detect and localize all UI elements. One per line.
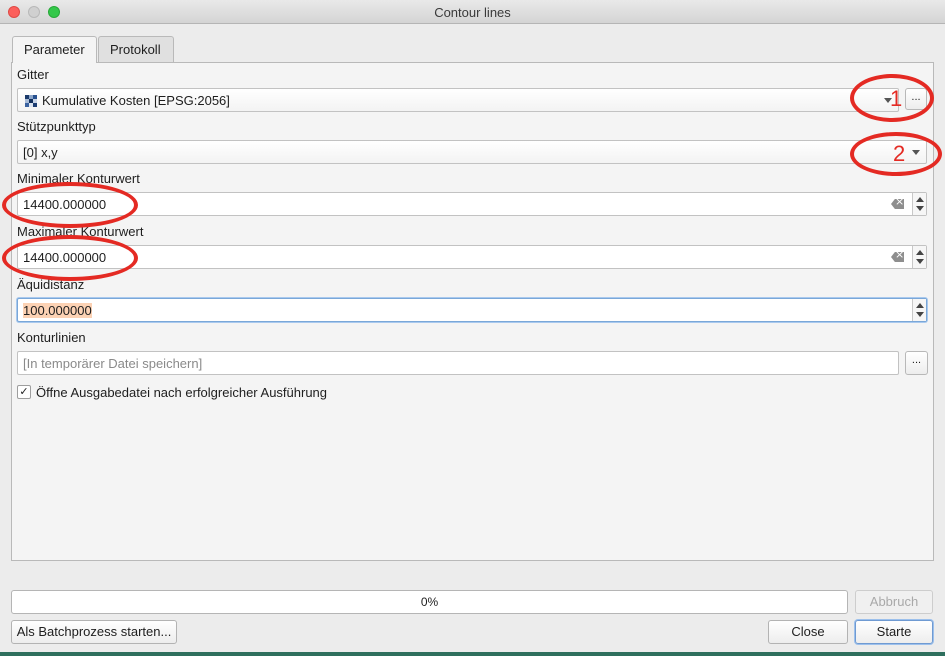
- close-button[interactable]: Close: [768, 620, 848, 644]
- window-title: Contour lines: [434, 5, 511, 20]
- batch-process-button[interactable]: Als Batchprozess starten...: [11, 620, 177, 644]
- annotation-ellipse-min: [2, 182, 138, 228]
- abbruch-button[interactable]: Abbruch: [855, 590, 933, 614]
- desktop-strip: [0, 652, 945, 656]
- tab-parameter[interactable]: Parameter: [12, 36, 97, 63]
- stepper-up-icon[interactable]: [916, 250, 924, 255]
- aequidistanz-spinbox[interactable]: 100.000000: [17, 298, 927, 322]
- stuetzpunkttyp-label: Stützpunkttyp: [17, 119, 96, 134]
- max-konturwert-stepper[interactable]: [912, 246, 926, 268]
- stuetzpunkttyp-value: [0] x,y: [23, 145, 58, 160]
- max-konturwert-spinbox[interactable]: 14400.000000: [17, 245, 927, 269]
- title-bar: Contour lines: [0, 0, 945, 24]
- clear-icon[interactable]: [891, 252, 904, 262]
- stepper-up-icon[interactable]: [916, 303, 924, 308]
- open-output-label: Öffne Ausgabedatei nach erfolgreicher Au…: [36, 385, 328, 400]
- annotation-number-1: 1: [890, 86, 903, 111]
- stepper-down-icon[interactable]: [916, 259, 924, 264]
- progress-bar: 0%: [11, 590, 848, 614]
- konturlinien-placeholder: [In temporärer Datei speichern]: [23, 356, 203, 371]
- konturlinien-output-field[interactable]: [In temporärer Datei speichern]: [17, 351, 899, 375]
- stepper-down-icon[interactable]: [916, 312, 924, 317]
- konturlinien-label: Konturlinien: [17, 330, 86, 345]
- aequidistanz-value: 100.000000: [23, 303, 92, 318]
- min-konturwert-stepper[interactable]: [912, 193, 926, 215]
- tab-protokoll[interactable]: Protokoll: [98, 36, 174, 62]
- gitter-label: Gitter: [17, 67, 49, 82]
- gitter-combobox[interactable]: Kumulative Kosten [EPSG:2056]: [17, 88, 899, 112]
- aequidistanz-stepper[interactable]: [912, 299, 926, 321]
- stepper-down-icon[interactable]: [916, 206, 924, 211]
- annotation-ellipse-max: [2, 235, 138, 281]
- gitter-value: Kumulative Kosten [EPSG:2056]: [42, 93, 230, 108]
- stuetzpunkttyp-combobox[interactable]: [0] x,y: [17, 140, 927, 164]
- konturlinien-browse-button[interactable]: ...: [905, 351, 928, 375]
- annotation-number-2: 2: [893, 141, 906, 166]
- open-output-checkbox[interactable]: ✓: [17, 385, 31, 399]
- stepper-up-icon[interactable]: [916, 197, 924, 202]
- min-konturwert-spinbox[interactable]: 14400.000000: [17, 192, 927, 216]
- clear-icon[interactable]: [891, 199, 904, 209]
- raster-layer-icon: [25, 95, 37, 107]
- starte-button[interactable]: Starte: [855, 620, 933, 644]
